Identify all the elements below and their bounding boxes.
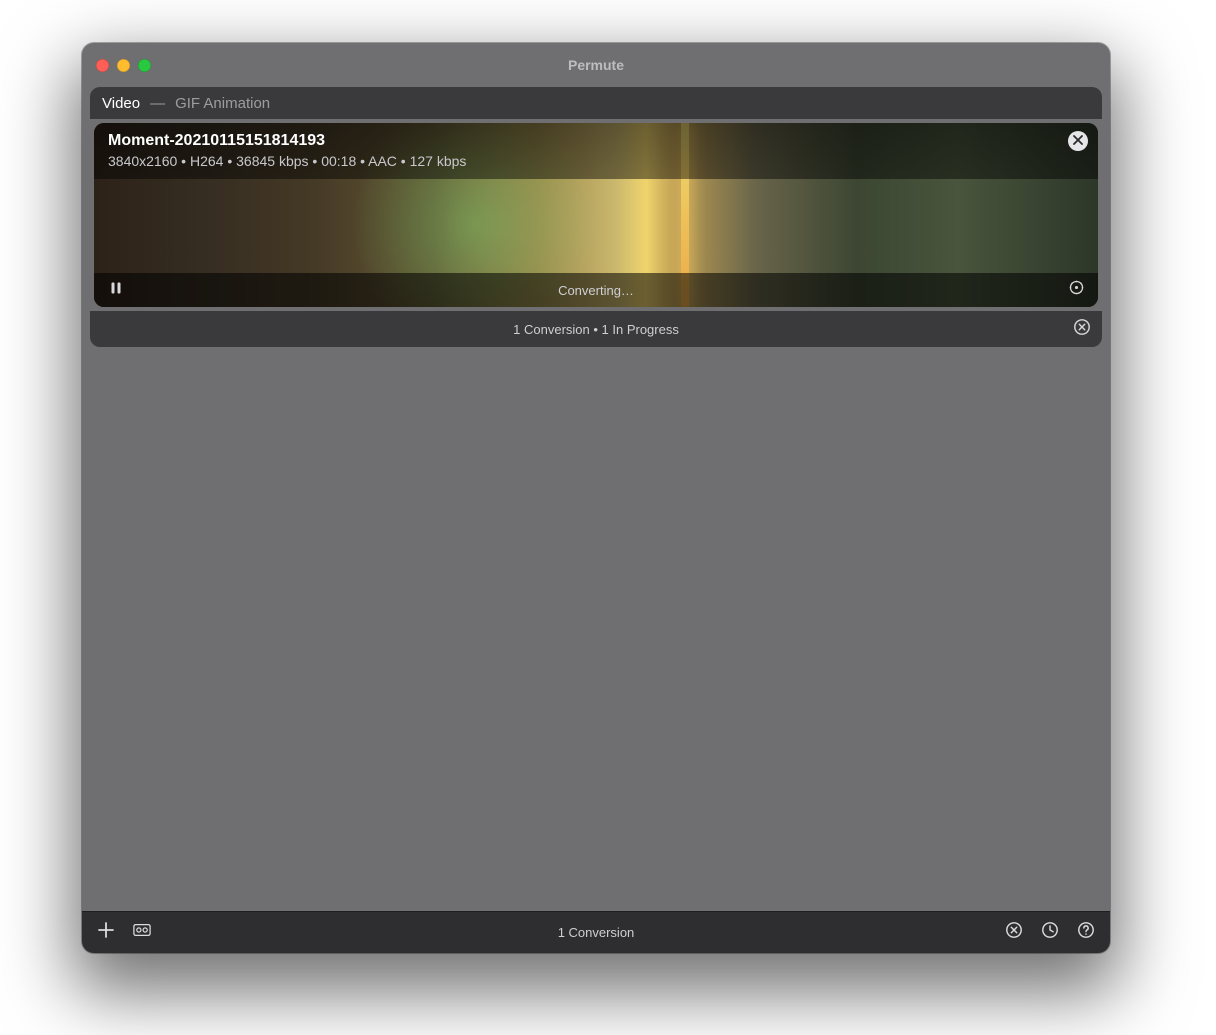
conversion-item[interactable]: Moment-20210115151814193 3840x2160 • H26…	[94, 123, 1098, 307]
add-button[interactable]	[96, 923, 116, 943]
cancel-circle-icon	[1005, 921, 1023, 944]
zoom-window-button[interactable]	[138, 59, 151, 72]
cancel-group-button[interactable]	[1072, 319, 1092, 339]
item-metadata: 3840x2160 • H264 • 36845 kbps • 00:18 • …	[108, 153, 1054, 169]
cancel-all-button[interactable]	[1004, 923, 1024, 943]
traffic-lights	[96, 43, 151, 87]
item-settings-button[interactable]	[1066, 280, 1086, 300]
group-summary: 1 Conversion • 1 In Progress	[513, 322, 679, 337]
remove-item-button[interactable]	[1068, 131, 1088, 151]
presets-icon	[133, 921, 151, 944]
group-footer: 1 Conversion • 1 In Progress	[90, 311, 1102, 347]
separator-dash: —	[150, 95, 165, 112]
question-icon	[1077, 921, 1095, 944]
group-header: Video — GIF Animation	[90, 87, 1102, 119]
pause-icon	[109, 281, 123, 300]
bottom-toolbar: 1 Conversion	[82, 911, 1110, 953]
history-button[interactable]	[1040, 923, 1060, 943]
toolbar-summary: 1 Conversion	[82, 925, 1110, 940]
presets-button[interactable]	[132, 923, 152, 943]
help-button[interactable]	[1076, 923, 1096, 943]
item-footer: Converting…	[94, 273, 1098, 307]
clock-icon	[1041, 921, 1059, 944]
gear-icon	[1068, 279, 1085, 301]
group-category-label: Video	[102, 95, 140, 112]
app-window: Permute Video — GIF Animation Moment-202…	[82, 43, 1110, 953]
empty-area	[82, 347, 1110, 911]
item-status: Converting…	[94, 283, 1098, 298]
close-window-button[interactable]	[96, 59, 109, 72]
pause-button[interactable]	[106, 280, 126, 300]
cancel-circle-icon	[1073, 318, 1091, 341]
close-icon	[1073, 132, 1083, 150]
group-preset-label[interactable]: GIF Animation	[175, 95, 270, 112]
plus-icon	[97, 921, 115, 944]
item-filename: Moment-20210115151814193	[108, 131, 1054, 151]
minimize-window-button[interactable]	[117, 59, 130, 72]
window-title: Permute	[568, 57, 624, 73]
titlebar: Permute	[82, 43, 1110, 87]
item-header: Moment-20210115151814193 3840x2160 • H26…	[94, 123, 1098, 179]
